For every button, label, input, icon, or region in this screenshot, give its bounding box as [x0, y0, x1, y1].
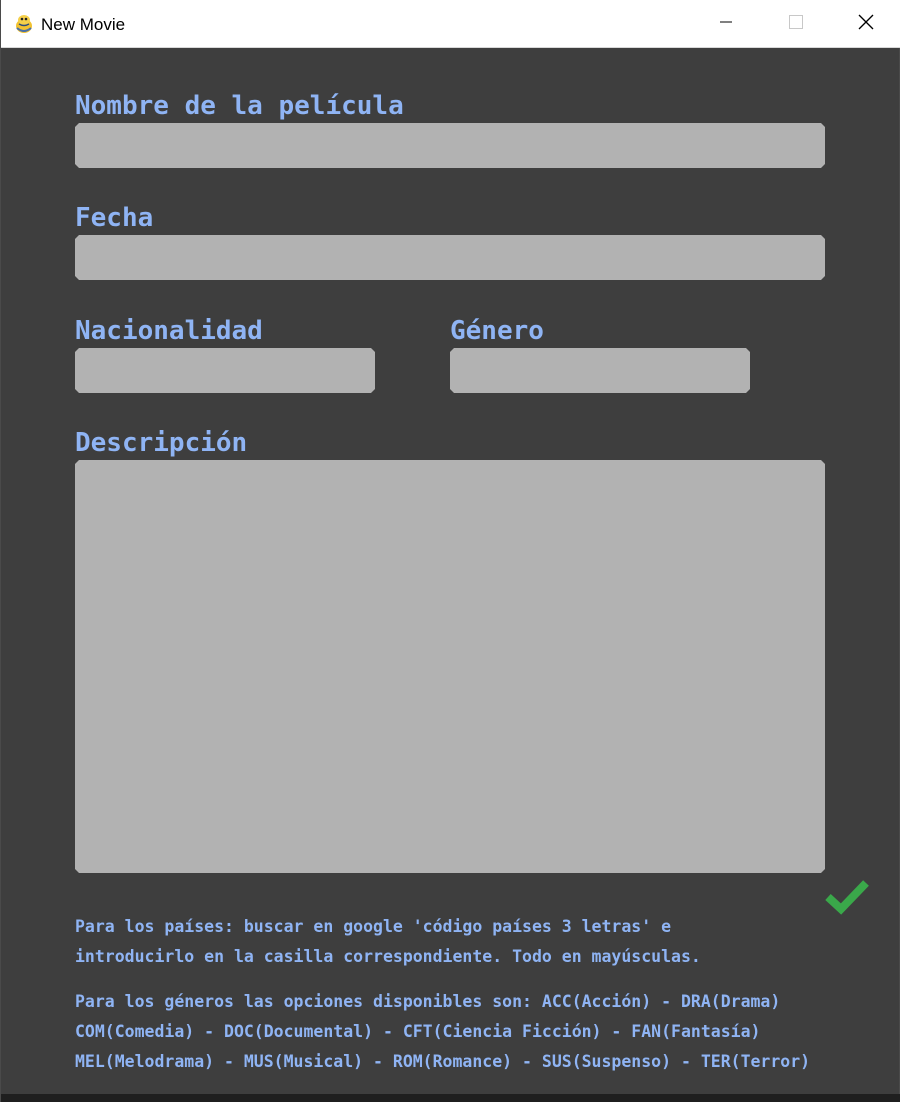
help-countries-line-2: introducirlo en la casilla correspondien…: [75, 947, 701, 966]
help-genres-line-3: MEL(Melodrama) - MUS(Musical) - ROM(Roma…: [75, 1052, 811, 1071]
minimize-icon: [719, 15, 733, 34]
title-bar[interactable]: New Movie: [1, 0, 900, 48]
help-countries-line-1: Para los países: buscar en google 'códig…: [75, 917, 672, 936]
date-label: Fecha: [75, 203, 154, 233]
date-field[interactable]: [75, 235, 825, 280]
maximize-icon: [789, 14, 803, 34]
description-label: Descripción: [75, 428, 248, 458]
help-genres-line-2: COM(Comedia) - DOC(Documental) - CFT(Cie…: [75, 1022, 761, 1041]
window-title: New Movie: [41, 15, 126, 34]
new-movie-window: New Movie Nombre de la película Fecha Na…: [0, 0, 900, 1102]
background-strip: [1, 1094, 900, 1102]
nationality-label: Nacionalidad: [75, 316, 263, 346]
nationality-field[interactable]: [75, 348, 375, 393]
minimize-button[interactable]: [691, 0, 761, 48]
close-button[interactable]: [831, 0, 900, 48]
description-field[interactable]: [75, 460, 825, 873]
checkmark-icon: [823, 880, 871, 920]
movie-name-field[interactable]: [75, 123, 825, 168]
help-genres-line-1: Para los géneros las opciones disponible…: [75, 992, 781, 1011]
pygame-snake-icon: [13, 13, 35, 35]
genre-field[interactable]: [450, 348, 750, 393]
genre-label: Género: [450, 316, 544, 346]
movie-name-label: Nombre de la película: [75, 91, 404, 121]
close-icon: [858, 14, 874, 35]
maximize-button[interactable]: [761, 0, 831, 48]
submit-button[interactable]: [823, 876, 871, 916]
